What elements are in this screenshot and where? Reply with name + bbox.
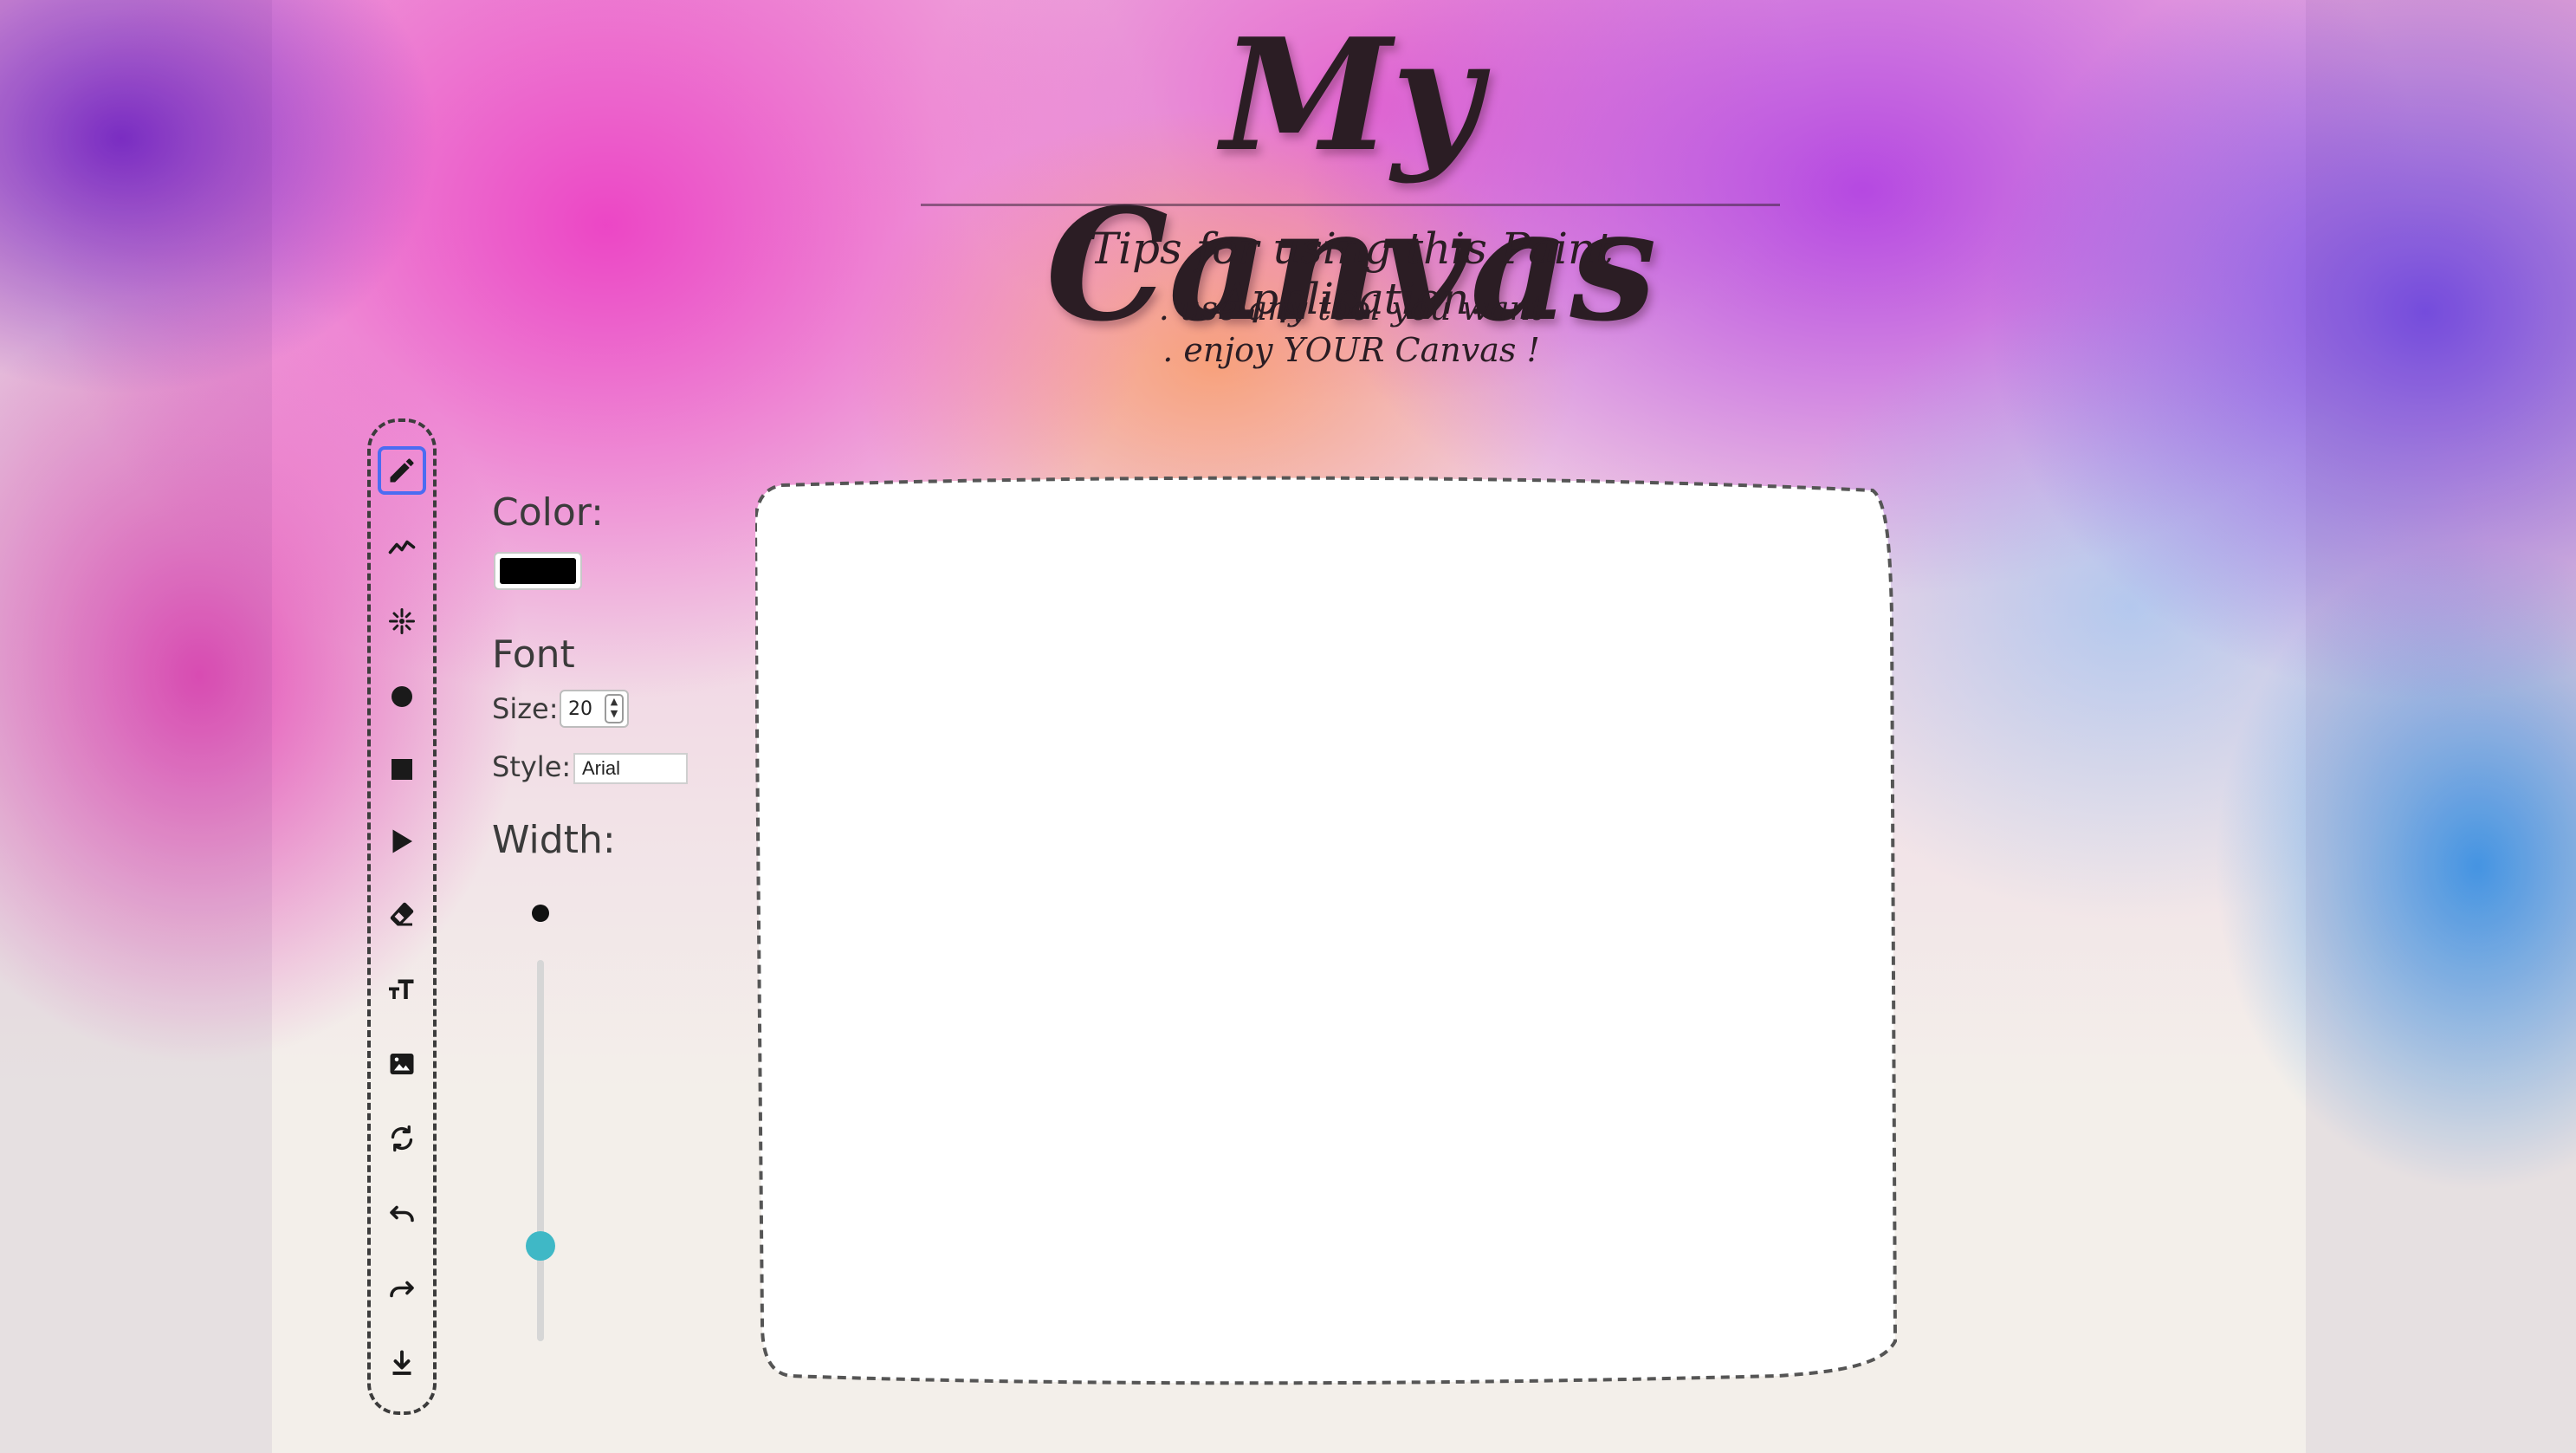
color-label: Color: [492,490,604,535]
eraser-tool-button[interactable] [378,890,426,938]
redo-button[interactable] [378,1265,426,1314]
font-style-value: Arial [582,757,621,779]
width-slider-thumb[interactable] [526,1231,555,1261]
font-size-value: 20 [568,697,592,720]
eraser-icon [390,902,414,926]
triangle-tool-button[interactable] [378,817,426,866]
refresh-icon [391,1125,413,1152]
triangle-icon [392,829,412,853]
color-swatch-fill [500,558,576,584]
undo-button[interactable] [378,1190,426,1238]
chevron-up-icon: ▲ [610,696,618,707]
download-button[interactable] [378,1339,426,1388]
drawing-canvas[interactable] [755,475,1897,1386]
right-margin-shade [2306,0,2576,1453]
width-label: Width: [492,818,616,862]
circle-icon [392,686,412,707]
rectangle-tool-button[interactable] [378,745,426,794]
spray-icon [389,608,415,634]
redo-icon [390,1281,414,1298]
line-chart-icon [388,540,416,555]
font-label: Font [492,632,575,677]
drawing-canvas-frame [755,476,1897,1385]
font-size-stepper[interactable]: ▲ ▼ [605,694,624,723]
pencil-tool-button[interactable] [378,446,426,495]
chevron-down-icon: ▼ [610,708,618,719]
pencil-icon [390,458,414,483]
line-tool-button[interactable] [378,522,426,570]
tool-bar [367,418,437,1415]
font-size-label: Size: [492,692,559,725]
font-size-input[interactable]: 20 ▲ ▼ [560,690,629,728]
color-picker[interactable] [494,552,582,590]
square-icon [392,759,412,780]
tip-item: . enjoy YOUR Canvas ! [1162,331,1540,369]
font-style-label: Style: [492,750,572,783]
undo-icon [390,1205,414,1223]
left-margin-shade [0,0,272,1453]
title-divider [921,204,1780,206]
brush-width-preview [532,905,549,922]
width-slider-track[interactable] [537,960,544,1341]
spray-tool-button[interactable] [378,597,426,645]
refresh-tool-button[interactable] [378,1114,426,1163]
image-tool-button[interactable] [378,1040,426,1088]
tip-item: . use any tool you want [1158,289,1544,328]
text-size-icon [389,979,414,999]
image-icon [390,1054,414,1074]
download-icon [392,1350,411,1375]
circle-tool-button[interactable] [378,672,426,721]
text-tool-button[interactable] [378,964,426,1013]
font-style-input[interactable]: Arial [573,753,688,784]
